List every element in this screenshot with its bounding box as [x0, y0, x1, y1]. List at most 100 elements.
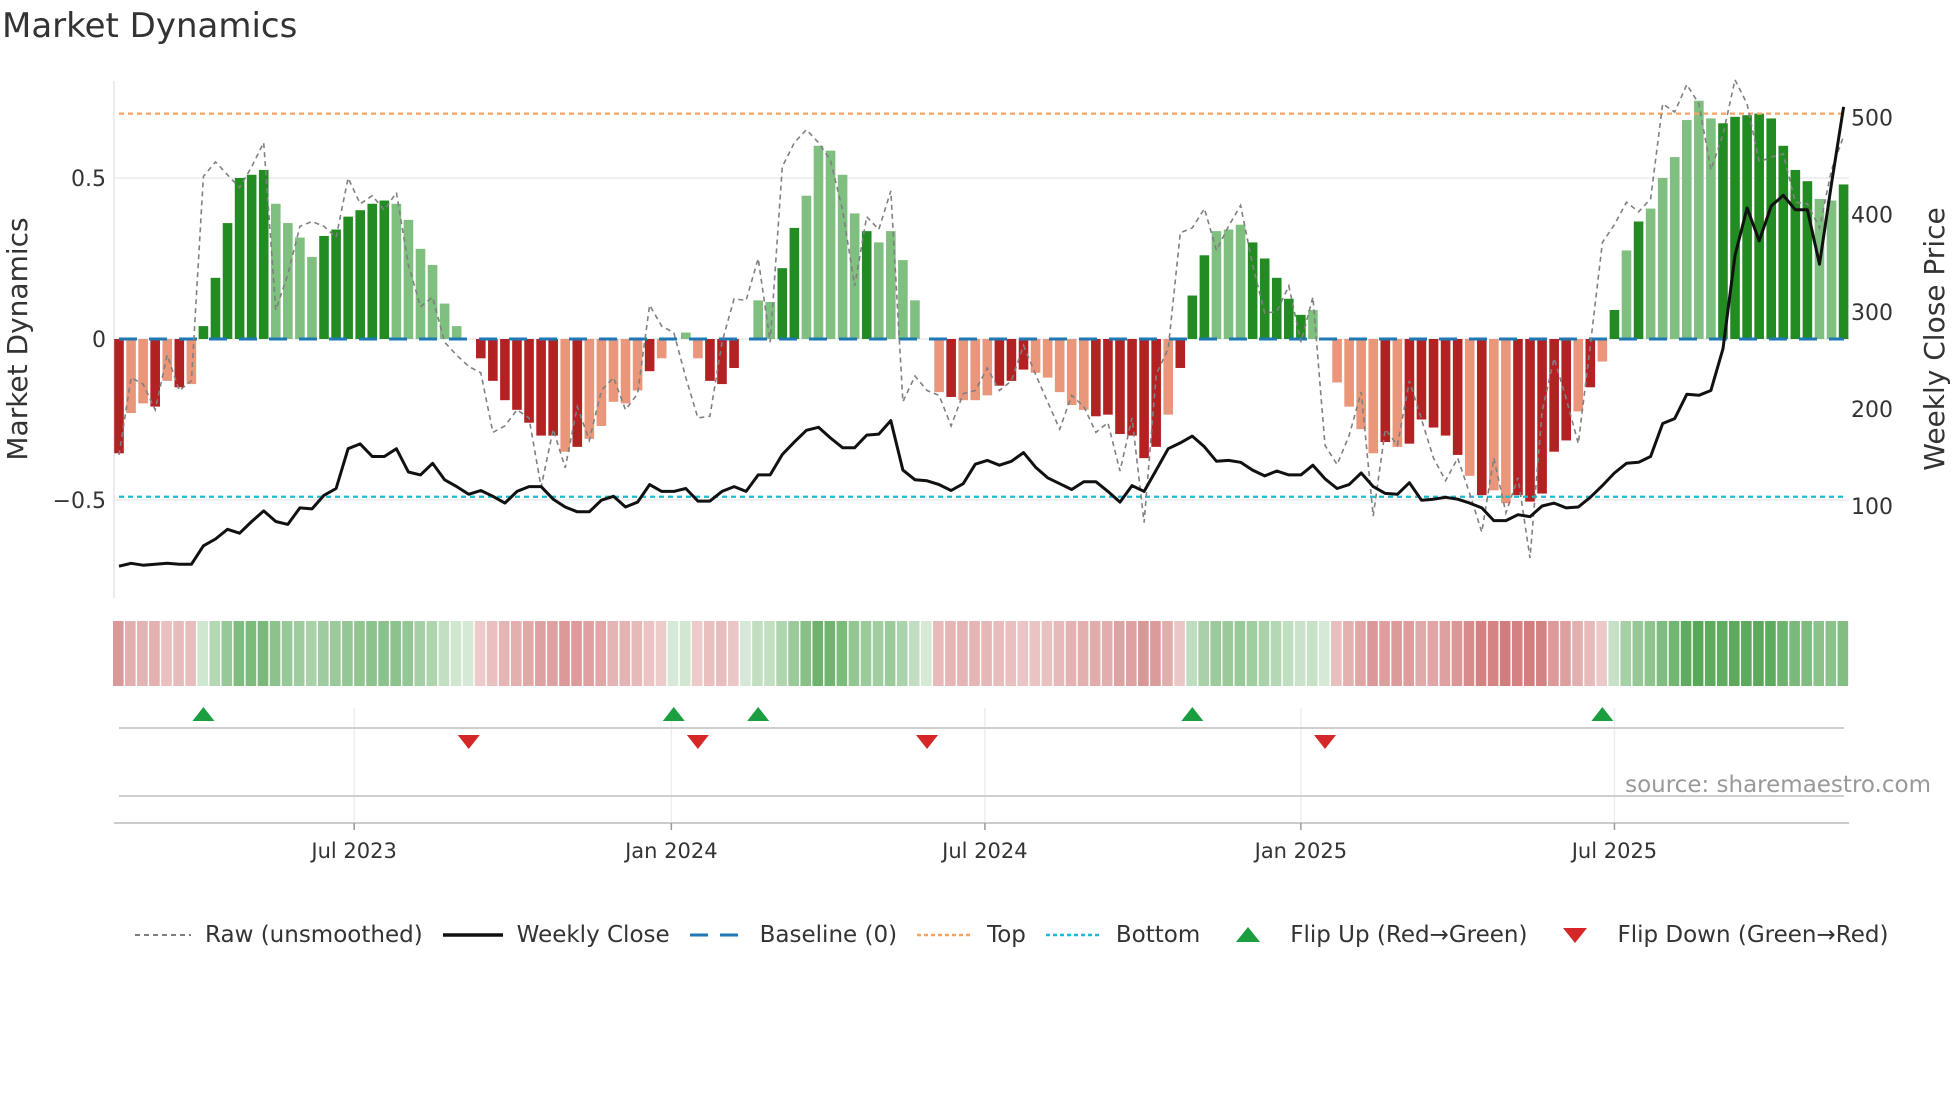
momentum-bar: [246, 174, 257, 339]
momentum-bar: [1211, 231, 1222, 339]
momentum-bar: [849, 213, 860, 339]
heatmap-cell: [631, 621, 643, 686]
momentum-bar: [403, 219, 414, 339]
heatmap-cell: [1837, 621, 1849, 686]
momentum-bar: [572, 339, 583, 447]
heatmap-cell: [1379, 621, 1390, 686]
heatmap-cell: [1584, 621, 1595, 686]
right-y-axis-ticks: 500 400 300 200 100: [1851, 107, 1893, 520]
heatmap-cell: [125, 621, 136, 686]
heatmap-cell: [933, 621, 944, 686]
heatmap-cell: [667, 621, 679, 686]
heatmap-cell: [330, 621, 341, 686]
heatmap-cell: [233, 621, 245, 686]
heatmap-cell: [354, 621, 365, 686]
heatmap-cell: [305, 621, 317, 686]
heatmap-cell: [1427, 621, 1439, 686]
momentum-bar: [1151, 339, 1161, 447]
momentum-bar: [958, 339, 968, 401]
heatmap-cell: [957, 621, 968, 686]
momentum-bar: [1042, 339, 1053, 378]
heatmap-cell: [1825, 621, 1837, 686]
momentum-bar: [1489, 339, 1499, 491]
left-y-axis-title: Market Dynamics: [1, 217, 34, 460]
momentum-bar: [1573, 339, 1584, 412]
momentum-bar: [994, 339, 1005, 386]
weekly-close-line: [118, 106, 1846, 568]
bar-series: [114, 100, 1849, 504]
heatmap-cell: [679, 621, 691, 686]
heatmap-cell: [366, 621, 377, 686]
heatmap-cell: [1198, 621, 1209, 686]
heatmap-cell: [1355, 621, 1366, 686]
momentum-bar: [258, 169, 269, 339]
momentum-bar: [1452, 339, 1463, 455]
heatmap-cell: [1692, 621, 1704, 686]
momentum-bar: [620, 339, 631, 404]
momentum-bar: [1247, 242, 1258, 339]
heatmap-cell: [1572, 621, 1583, 686]
heatmap-cell: [1258, 621, 1270, 686]
momentum-bar: [801, 195, 812, 339]
heatmap-cell: [1403, 621, 1414, 686]
legend-label: Top: [987, 922, 1026, 948]
legend-label: Baseline (0): [759, 922, 898, 948]
momentum-bar: [693, 339, 703, 359]
x-tick-label: Jul 2023: [309, 839, 396, 863]
momentum-bar: [1235, 224, 1246, 339]
momentum-bar: [500, 339, 510, 401]
legend: Raw (unsmoothed) Weekly Close Baseline (…: [135, 922, 1908, 948]
momentum-bar: [1030, 339, 1041, 373]
heatmap-cell: [1318, 621, 1330, 686]
heatmap-cell: [1331, 621, 1342, 686]
left-y-axis-ticks: 0.5 0 −0.5: [53, 167, 106, 514]
momentum-bar: [596, 339, 607, 426]
heatmap-cell: [1138, 621, 1149, 686]
momentum-bar: [427, 264, 438, 339]
heatmap-cell: [1451, 621, 1463, 686]
momentum-bar: [1392, 339, 1403, 447]
heatmap-cell: [691, 621, 703, 686]
heatmap-cell: [1560, 621, 1571, 686]
left-y-tick-label: −0.5: [53, 489, 106, 514]
heatmap-cell: [920, 621, 932, 686]
momentum-bar: [813, 145, 824, 339]
flip-up-marker: [1591, 707, 1614, 721]
heatmap-cell: [1077, 621, 1089, 686]
source-credit: source: sharemaestro.com: [1625, 772, 1931, 798]
heatmap-cell: [583, 621, 594, 686]
heatmap-cell: [1234, 621, 1246, 686]
heatmap-cell: [896, 621, 908, 686]
momentum-bar: [1682, 120, 1692, 339]
flip-up-marker: [192, 707, 215, 721]
heatmap-cell: [1222, 621, 1234, 686]
triangle-up-icon: [1236, 927, 1261, 942]
flip-down-marker: [686, 735, 709, 749]
momentum-bar: [753, 300, 763, 339]
momentum-bar: [1175, 339, 1186, 368]
momentum-bar: [343, 216, 353, 339]
flip-up-marker: [662, 707, 685, 721]
momentum-bar: [319, 235, 329, 339]
momentum-bar: [946, 339, 956, 397]
x-tick-label: Jul 2024: [940, 839, 1027, 863]
heatmap-cell: [981, 621, 992, 686]
momentum-bar: [1259, 258, 1270, 339]
momentum-bar: [524, 339, 534, 423]
heatmap-cell: [836, 621, 848, 686]
heatmap-cell: [1089, 621, 1101, 686]
heatmap-cell: [655, 621, 667, 686]
heatmap-cell: [1680, 621, 1692, 686]
heatmap-cell: [510, 621, 522, 686]
flip-marker-panel: [114, 708, 1849, 824]
cyan-dotted-line-icon: [1045, 933, 1102, 937]
momentum-bar: [861, 231, 872, 339]
heatmap-cell: [498, 621, 510, 686]
legend-label: Bottom: [1115, 922, 1201, 948]
momentum-bar: [825, 150, 836, 339]
heatmap-cell: [1017, 621, 1029, 686]
heatmap-cell: [173, 621, 184, 686]
heatmap-cell: [1113, 621, 1125, 686]
momentum-bar: [1464, 339, 1475, 476]
heatmap-cell: [1343, 621, 1354, 686]
